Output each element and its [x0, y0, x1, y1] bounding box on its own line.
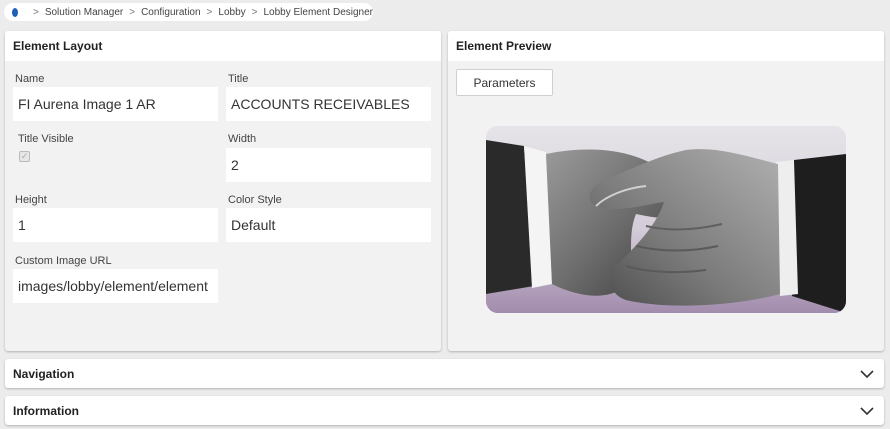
title-visible-label: Title Visible: [18, 133, 74, 145]
title-visible-checkbox[interactable]: ✓: [19, 151, 30, 162]
element-preview-panel: Element Preview Parameters: [448, 31, 884, 351]
breadcrumb-lobby[interactable]: Lobby: [218, 7, 245, 18]
color-style-label: Color Style: [228, 194, 282, 206]
information-section-title: Information: [13, 403, 79, 418]
navigation-section[interactable]: Navigation: [5, 359, 884, 388]
breadcrumb-solution-manager[interactable]: Solution Manager: [45, 7, 123, 18]
breadcrumb: > Solution Manager > Configuration > Lob…: [4, 3, 373, 21]
name-field[interactable]: FI Aurena Image 1 AR: [13, 87, 218, 121]
chevron-down-icon[interactable]: [860, 406, 874, 416]
title-field[interactable]: ACCOUNTS RECEIVABLES: [226, 87, 431, 121]
home-icon[interactable]: [12, 7, 18, 17]
name-label: Name: [15, 73, 45, 85]
chevron-right-icon: >: [129, 6, 136, 18]
handshake-image: [486, 126, 846, 313]
height-label: Height: [15, 194, 47, 206]
chevron-right-icon: >: [206, 6, 213, 18]
width-field[interactable]: 2: [226, 148, 431, 182]
custom-image-url-field[interactable]: images/lobby/element/element: [13, 269, 218, 303]
chevron-right-icon: >: [32, 6, 39, 18]
height-field[interactable]: 1: [13, 208, 218, 242]
chevron-down-icon[interactable]: [860, 369, 874, 379]
element-layout-panel: Element Layout Name FI Aurena Image 1 AR…: [5, 31, 441, 351]
breadcrumb-configuration[interactable]: Configuration: [141, 7, 200, 18]
color-style-select[interactable]: Default: [226, 208, 431, 242]
navigation-section-title: Navigation: [13, 366, 75, 381]
information-section[interactable]: Information: [5, 396, 884, 425]
width-label: Width: [228, 133, 257, 145]
element-layout-title: Element Layout: [5, 31, 441, 61]
title-label: Title: [228, 73, 249, 85]
chevron-right-icon: >: [251, 6, 258, 18]
custom-image-url-label: Custom Image URL: [15, 255, 112, 267]
breadcrumb-lobby-element-designer: Lobby Element Designer: [263, 6, 373, 18]
parameters-button[interactable]: Parameters: [456, 69, 553, 96]
element-preview-title: Element Preview: [448, 31, 884, 61]
